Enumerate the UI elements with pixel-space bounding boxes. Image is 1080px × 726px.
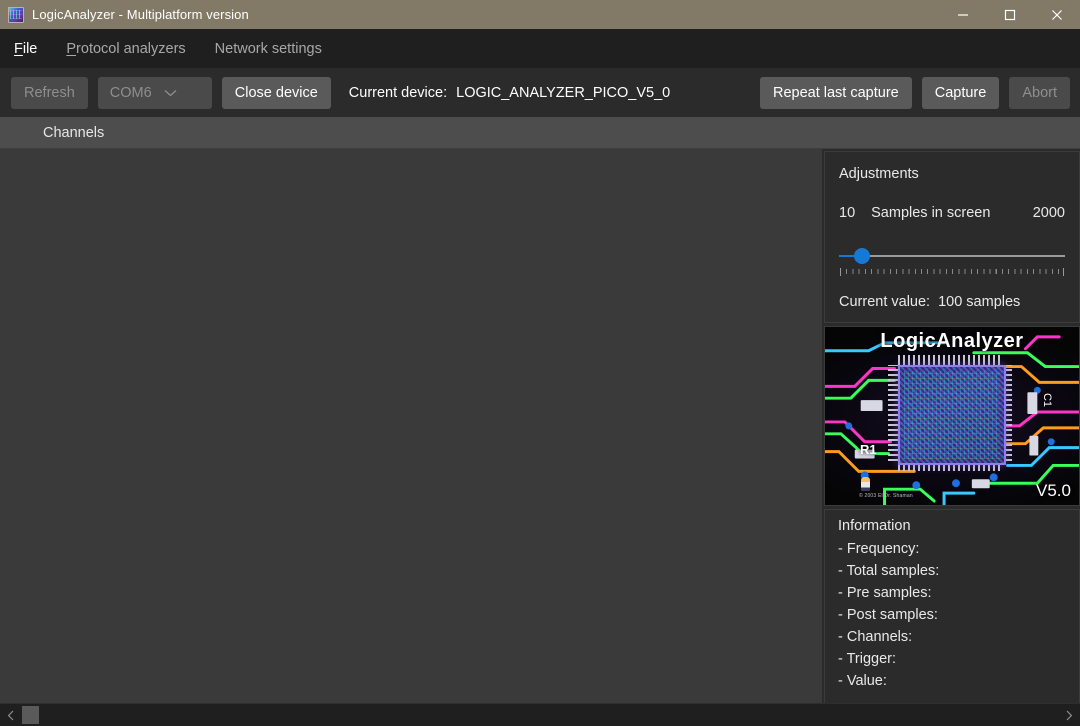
main-body: Adjustments 10 Samples in screen 2000 Cu… (0, 149, 1080, 703)
menu-label-protocol: rotocol analyzers (76, 40, 186, 57)
waveform-canvas[interactable] (0, 149, 822, 703)
application-window: LogicAnalyzer - Multiplatform version Fi… (0, 0, 1080, 726)
product-image: LogicAnalyzer V5.0 R1 C1 © 2003 El Dr. S… (824, 326, 1080, 506)
menu-label-file: ile (22, 40, 38, 57)
product-image-resistor-label: R1 (860, 442, 877, 457)
menu-item-file[interactable]: File (14, 41, 37, 57)
samples-slider[interactable] (839, 247, 1065, 265)
channels-header-bar: Channels (0, 117, 1080, 149)
product-image-capacitor-label: C1 (1041, 392, 1053, 407)
chip-pins-left (888, 365, 898, 461)
menu-label-network: Network settings (214, 40, 322, 57)
info-trigger: - Trigger: (838, 651, 897, 667)
maximize-button[interactable] (986, 0, 1033, 29)
samples-slider-name: Samples in screen (871, 205, 991, 221)
close-device-button[interactable]: Close device (221, 76, 331, 109)
current-value-label: Current value: (839, 294, 931, 310)
menu-accel-file: F (14, 40, 23, 57)
info-post-samples: - Post samples: (838, 607, 938, 623)
menu-accel-protocol: P (66, 40, 77, 57)
product-image-title: LogicAnalyzer (880, 330, 1024, 352)
samples-slider-labels: 10 Samples in screen 2000 (839, 205, 1065, 221)
app-logo-icon (8, 6, 24, 23)
abort-button[interactable]: Abort (1009, 76, 1070, 109)
mascot-icon (861, 477, 870, 491)
info-pre-samples: - Pre samples: (838, 585, 932, 601)
horizontal-scrollbar[interactable] (0, 703, 1080, 726)
samples-slider-ticks (840, 268, 1064, 276)
product-image-version: V5.0 (1036, 481, 1071, 500)
capture-button[interactable]: Capture (921, 76, 1000, 109)
repeat-last-capture-button[interactable]: Repeat last capture (759, 76, 912, 109)
info-value: - Value: (838, 673, 887, 689)
adjustments-panel: Adjustments 10 Samples in screen 2000 Cu… (824, 151, 1080, 323)
samples-slider-min: 10 (839, 205, 856, 221)
title-bar[interactable]: LogicAnalyzer - Multiplatform version (0, 0, 1080, 29)
minimize-button[interactable] (939, 0, 986, 29)
scrollbar-track[interactable] (22, 704, 1058, 726)
chevron-down-icon (164, 89, 177, 97)
adjustments-title: Adjustments (839, 166, 919, 182)
refresh-button[interactable]: Refresh (11, 76, 88, 109)
serial-port-select[interactable]: COM6 (97, 76, 212, 109)
info-frequency: - Frequency: (838, 541, 920, 557)
samples-slider-max: 2000 (1032, 205, 1065, 221)
info-channels: - Channels: (838, 629, 913, 645)
current-device-value: LOGIC_ANALYZER_PICO_V5_0 (456, 84, 671, 101)
serial-port-value: COM6 (109, 84, 152, 101)
window-controls (939, 0, 1080, 29)
scroll-left-icon[interactable] (0, 704, 22, 726)
product-image-copyright: © 2003 El Dr. Shaman (859, 493, 913, 499)
menu-item-network-settings[interactable]: Network settings (215, 41, 322, 57)
chip-pins-top (898, 355, 1002, 365)
information-title: Information (838, 518, 911, 534)
window-title: LogicAnalyzer - Multiplatform version (32, 7, 249, 22)
channels-header-label: Channels (43, 124, 105, 141)
close-button[interactable] (1033, 0, 1080, 29)
scroll-right-icon[interactable] (1058, 704, 1080, 726)
menu-item-protocol-analyzers[interactable]: Protocol analyzers (66, 41, 185, 57)
info-total-samples: - Total samples: (838, 563, 940, 579)
current-value-text: 100 samples (938, 294, 1021, 310)
samples-slider-thumb[interactable] (853, 248, 870, 264)
chip-die-icon (898, 365, 1006, 465)
current-value-row: Current value: 100 samples (839, 294, 1065, 310)
current-device-label: Current device: (348, 84, 448, 101)
toolbar: Refresh COM6 Close device Current device… (0, 68, 1080, 117)
information-panel: Information - Frequency: - Total samples… (824, 509, 1080, 703)
menu-bar: File Protocol analyzers Network settings (0, 29, 1080, 68)
scrollbar-thumb[interactable] (22, 706, 39, 724)
samples-slider-track (839, 255, 1065, 257)
right-sidebar: Adjustments 10 Samples in screen 2000 Cu… (822, 149, 1080, 703)
